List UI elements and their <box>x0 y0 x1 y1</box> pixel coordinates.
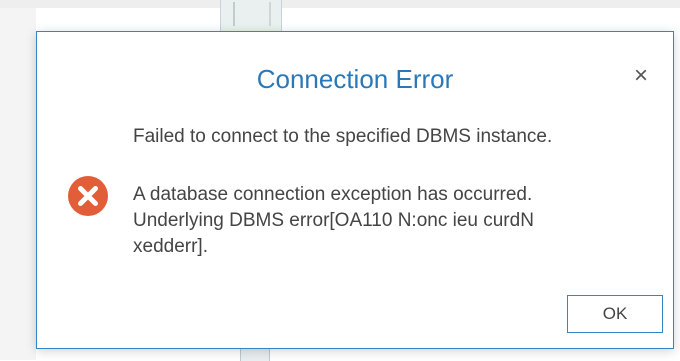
error-detail-line-1: A database connection exception has occu… <box>133 184 533 205</box>
background-top-strip <box>0 0 680 8</box>
close-icon[interactable]: × <box>629 64 653 88</box>
error-detail-line-2: Underlying DBMS error[OA110 N:onc ieu cu… <box>133 210 534 231</box>
error-detail-message: A database connection exception has occu… <box>133 182 633 260</box>
error-icon <box>68 176 108 216</box>
map-thumbnail-lines <box>233 2 271 26</box>
background-map-thumbnail <box>220 0 282 33</box>
dialog-title: Connection Error <box>256 64 454 94</box>
background-left-panel <box>0 8 36 360</box>
error-detail-line-3: xedderr]. <box>133 236 208 257</box>
primary-message: Failed to connect to the specified DBMS … <box>133 126 553 147</box>
ok-button[interactable]: OK <box>567 295 663 333</box>
connection-error-dialog: Connection Error × Failed to connect to … <box>36 31 674 349</box>
